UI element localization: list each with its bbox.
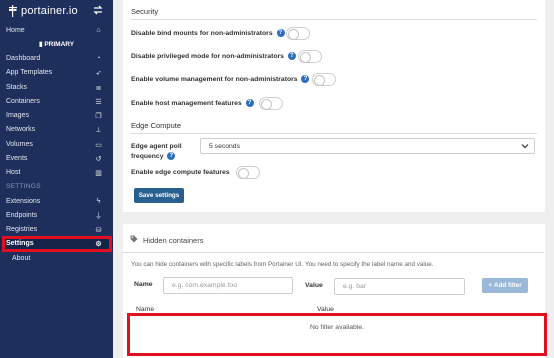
- portainer-logo-icon: [8, 5, 18, 17]
- security-title: Security: [131, 7, 159, 16]
- dashboard-icon: ◔: [96, 55, 101, 62]
- sidebar-item-endpoints[interactable]: Endpoints ⏚: [0, 209, 113, 222]
- sidebar-item-label: Endpoints: [6, 212, 38, 219]
- sidebar-item-about[interactable]: About: [0, 252, 113, 265]
- edge-poll-select[interactable]: 5 seconds: [200, 138, 535, 154]
- history-icon: ↺: [95, 155, 102, 163]
- name-label: Name: [134, 281, 153, 288]
- question-icon[interactable]: ?: [287, 52, 296, 60]
- value-label: Value: [305, 282, 323, 289]
- sidebar-item-label: Host: [6, 169, 21, 176]
- edge-features-toggle[interactable]: [236, 166, 260, 179]
- sidebar-item-label: Events: [6, 155, 28, 162]
- plug-icon: ⏚: [95, 212, 102, 220]
- sidebar-item-label: Stacks: [6, 84, 28, 91]
- host-management-label: Enable host management features ?: [131, 99, 254, 107]
- sidebar-item-extensions[interactable]: Extensions ϟ: [0, 195, 113, 208]
- endpoint-title: ▮ PRIMARY: [38, 41, 75, 48]
- column-header-name[interactable]: Name: [136, 306, 154, 313]
- security-divider: [131, 19, 537, 20]
- disable-bind-mounts-toggle[interactable]: [286, 27, 310, 40]
- highlight-filter-table: [127, 313, 547, 356]
- sidebar-item-label: Registries: [6, 226, 38, 233]
- label-name-input[interactable]: e.g. com.example.foo: [163, 277, 293, 294]
- column-header-value[interactable]: Value: [317, 306, 334, 313]
- sidebar-item-home[interactable]: Home ⌂: [0, 24, 113, 37]
- sitemap-icon: ⊥: [95, 126, 102, 134]
- logo-text: portainer.io: [21, 5, 78, 17]
- sidebar-item-label: Volumes: [6, 141, 33, 148]
- question-icon[interactable]: ?: [276, 29, 285, 37]
- hidden-info-text: You can hide containers with specific la…: [131, 261, 434, 268]
- home-icon: ⌂: [96, 27, 101, 34]
- disable-bind-mounts-label: Disable bind mounts for non-administrato…: [131, 29, 285, 37]
- edge-title: Edge Compute: [131, 121, 182, 130]
- sidebar-item-label: App Templates: [6, 69, 53, 76]
- volume-management-toggle[interactable]: [312, 73, 336, 86]
- stacks-icon: ≣: [95, 84, 102, 92]
- sidebar-item-volumes[interactable]: Volumes ▭: [0, 138, 113, 151]
- server-icon: ▥: [95, 169, 102, 177]
- disable-privileged-label: Disable privileged mode for non-administ…: [131, 52, 296, 60]
- sidebar-item-label: About: [12, 255, 31, 262]
- settings-section-heading: SETTINGS: [6, 183, 41, 190]
- save-settings-button[interactable]: Save settings: [134, 188, 184, 203]
- edge-features-label: Enable edge compute features: [131, 169, 230, 176]
- volume-management-label: Enable volume management for non-adminis…: [131, 75, 310, 83]
- list-icon: ☰: [95, 98, 102, 106]
- sidebar-item-label: Containers: [6, 98, 40, 105]
- tag-icon: [130, 235, 138, 245]
- add-filter-button[interactable]: + Add filter: [482, 278, 528, 293]
- highlight-settings: [2, 236, 112, 252]
- hidden-divider: [122, 252, 544, 253]
- rocket-icon: ➶: [95, 69, 102, 77]
- sidebar: portainer.io Home ⌂ ▮ PRIMARY Dashboard …: [0, 0, 113, 358]
- database-icon: ⛁: [95, 226, 102, 234]
- label-value-input[interactable]: e.g. bar: [334, 278, 465, 295]
- host-management-toggle[interactable]: [259, 97, 283, 110]
- clone-icon: ❐: [95, 112, 102, 120]
- portainer-logo: portainer.io: [8, 5, 78, 17]
- question-icon[interactable]: ?: [245, 99, 254, 107]
- sidebar-item-app-templates[interactable]: App Templates ➶: [0, 66, 113, 79]
- sidebar-item-registries[interactable]: Registries ⛁: [0, 223, 113, 236]
- sidebar-item-label: Images: [6, 112, 29, 119]
- question-icon[interactable]: ?: [167, 152, 176, 161]
- bolt-icon: ϟ: [96, 198, 101, 205]
- sidebar-item-host[interactable]: Host ▥: [0, 166, 113, 179]
- sidebar-item-containers[interactable]: Containers ☰: [0, 95, 113, 108]
- chevron-down-icon: [521, 142, 529, 150]
- sidebar-item-events[interactable]: Events ↺: [0, 152, 113, 165]
- hidden-containers-title: Hidden containers: [130, 235, 203, 245]
- plus-icon: +: [488, 282, 493, 289]
- sidebar-item-label: Networks: [6, 126, 36, 133]
- sidebar-item-label: Dashboard: [6, 55, 41, 62]
- sidebar-item-label: Extensions: [6, 198, 41, 205]
- disable-privileged-toggle[interactable]: [298, 50, 322, 63]
- sidebar-item-images[interactable]: Images ❐: [0, 109, 113, 122]
- sidebar-item-label: Home: [6, 27, 25, 34]
- hdd-icon: ▭: [95, 141, 102, 149]
- sidebar-item-stacks[interactable]: Stacks ≣: [0, 81, 113, 94]
- edge-divider: [131, 133, 537, 134]
- edge-poll-label: Edge agent poll frequency ?: [131, 143, 182, 161]
- sidebar-item-networks[interactable]: Networks ⊥: [0, 123, 113, 136]
- swap-icon[interactable]: [92, 4, 104, 16]
- question-icon[interactable]: ?: [301, 75, 310, 83]
- sidebar-item-dashboard[interactable]: Dashboard ◔: [0, 52, 113, 65]
